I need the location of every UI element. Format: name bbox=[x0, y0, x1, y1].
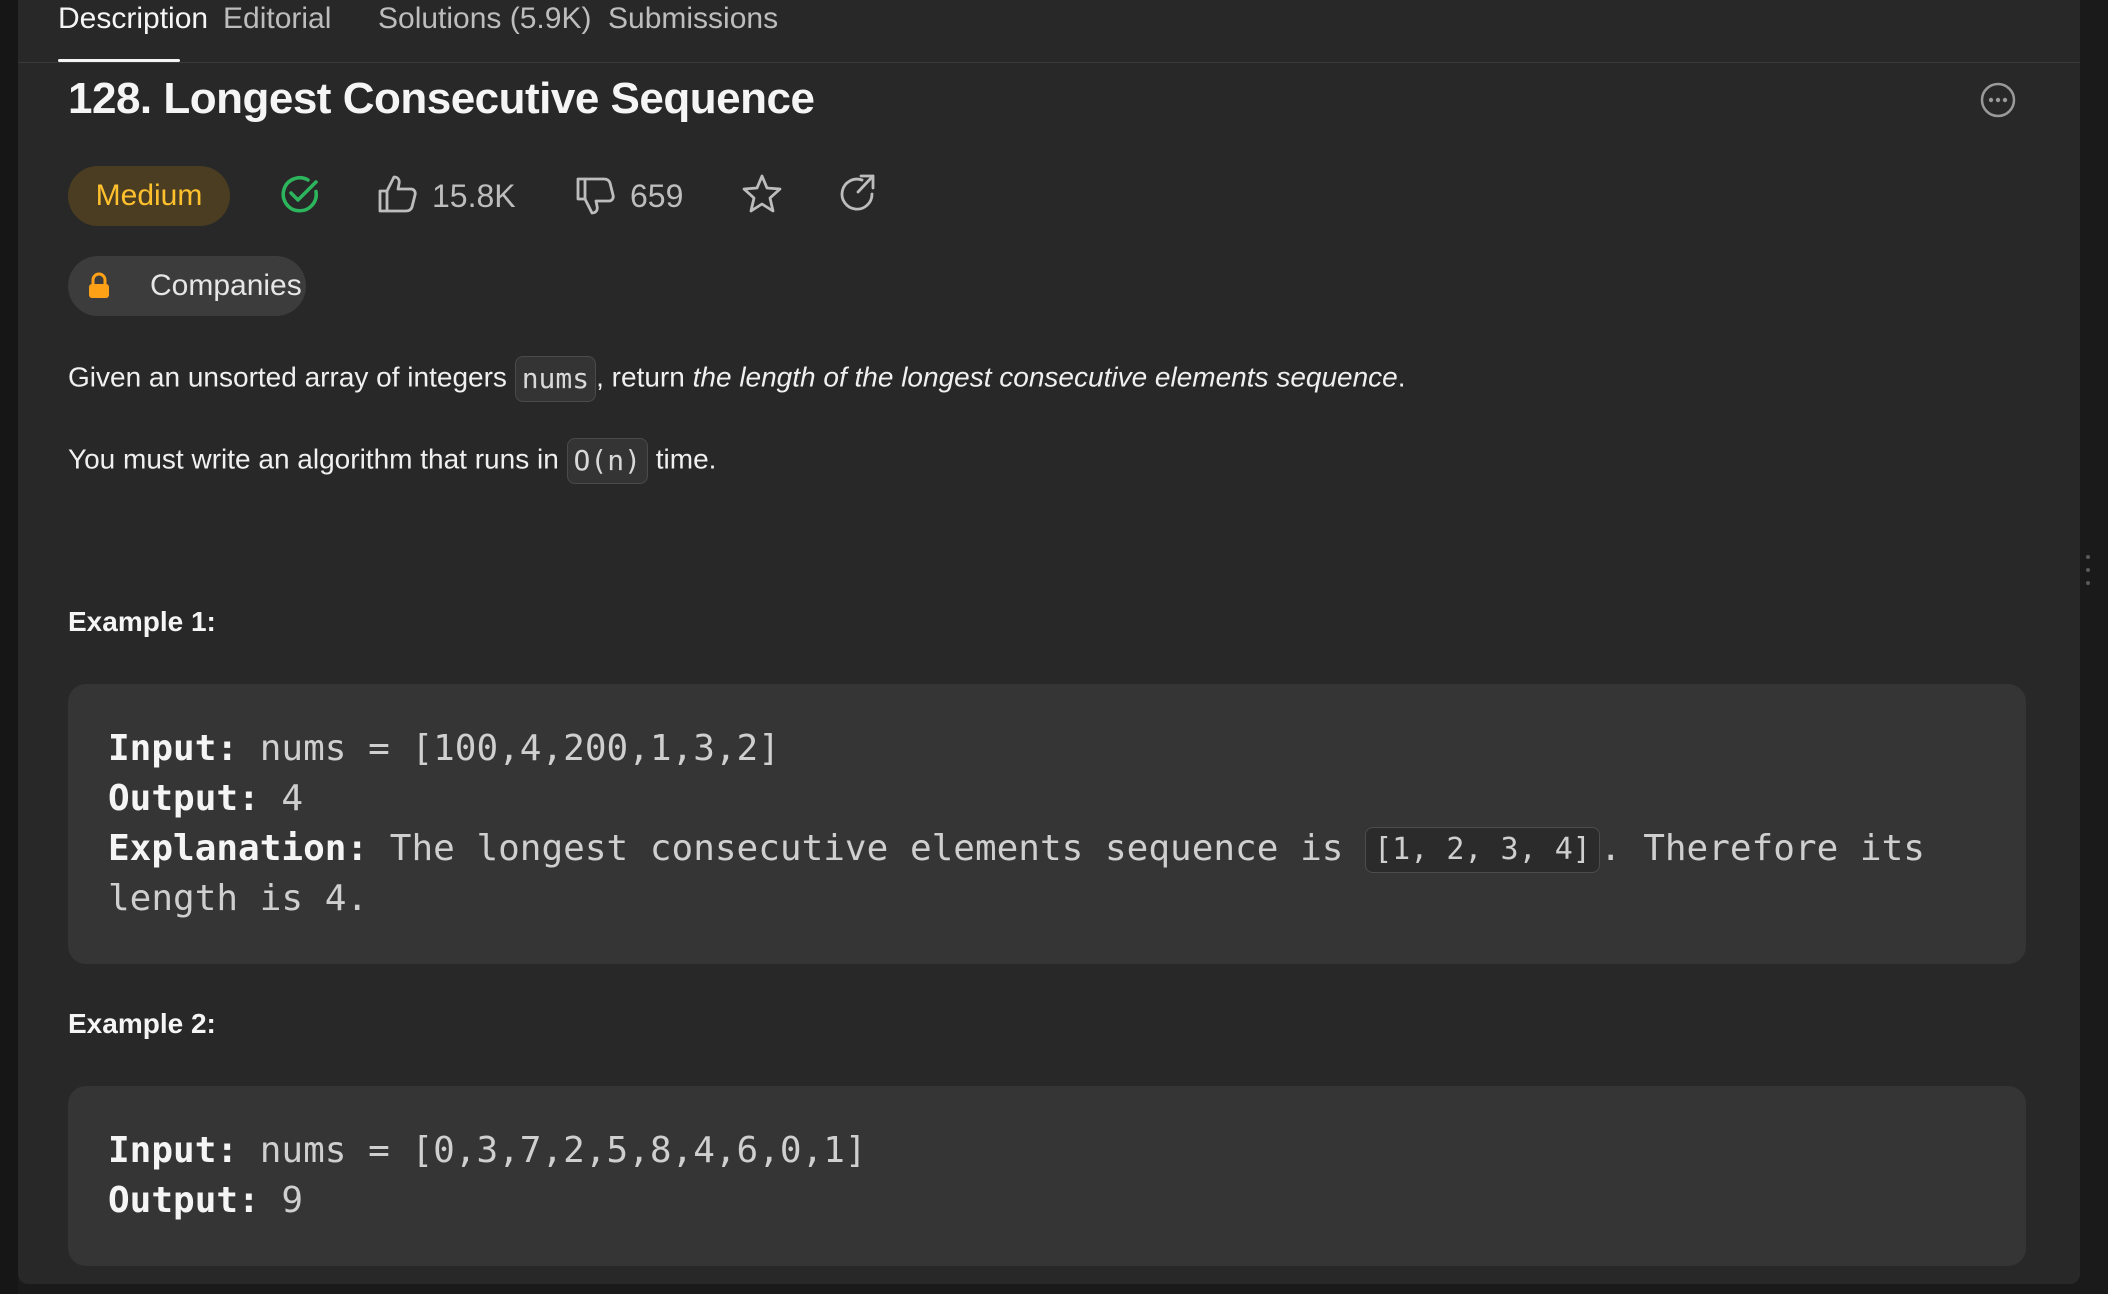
thumbs-down-icon bbox=[576, 177, 615, 215]
lock-icon bbox=[89, 272, 109, 298]
input-label: Input: bbox=[108, 728, 239, 769]
example-1-explanation-cont: length is 4. bbox=[108, 878, 369, 919]
inline-code-nums: nums bbox=[514, 356, 597, 402]
example-1-input: Input: nums = [100,4,200,1,3,2] bbox=[108, 724, 780, 774]
desc-text: time. bbox=[647, 443, 717, 475]
example-2-output: Output: 9 bbox=[108, 1176, 303, 1226]
more-options-button[interactable] bbox=[1980, 82, 2016, 118]
tab-bar: Description Editorial Solutions (5.9K) S… bbox=[18, 0, 2080, 63]
description-paragraph-2: You must write an algorithm that runs in… bbox=[68, 438, 716, 484]
output-label: Output: bbox=[108, 778, 260, 819]
solved-indicator bbox=[278, 172, 322, 216]
favorite-button[interactable] bbox=[740, 172, 784, 216]
output-value: 4 bbox=[259, 778, 304, 819]
dislike-button[interactable] bbox=[574, 174, 618, 218]
tab-editorial[interactable]: Editorial bbox=[223, 0, 331, 62]
desc-text: You must write an algorithm that runs in bbox=[68, 443, 567, 475]
share-icon bbox=[840, 174, 875, 211]
example-1-output: Output: 4 bbox=[108, 774, 303, 824]
tab-description-label: Description bbox=[58, 2, 209, 35]
problem-title: 128. Longest Consecutive Sequence bbox=[68, 74, 815, 123]
explanation-text: . Therefore its bbox=[1599, 828, 1925, 869]
tab-submissions-label: Submissions bbox=[608, 2, 779, 35]
companies-label: Companies bbox=[150, 269, 302, 302]
example-1-block: Input: nums = [100,4,200,1,3,2] Output: … bbox=[68, 684, 2026, 964]
like-button[interactable] bbox=[376, 172, 420, 216]
tab-description[interactable]: Description bbox=[58, 0, 208, 62]
explanation-label: Explanation: bbox=[108, 828, 369, 869]
desc-text: . bbox=[1397, 361, 1406, 393]
left-edge bbox=[0, 0, 18, 1294]
thumbs-up-icon bbox=[378, 175, 417, 213]
input-value: nums = [100,4,200,1,3,2] bbox=[238, 728, 780, 769]
input-value: nums = [0,3,7,2,5,8,4,6,0,1] bbox=[238, 1130, 867, 1171]
tab-solutions[interactable]: Solutions (5.9K) bbox=[378, 0, 591, 62]
description-panel: Description Editorial Solutions (5.9K) S… bbox=[18, 0, 2080, 1284]
companies-tag[interactable]: Companies bbox=[68, 256, 306, 316]
tab-editorial-label: Editorial bbox=[223, 2, 332, 35]
likes-count: 15.8K bbox=[432, 178, 516, 214]
more-options-icon bbox=[1980, 82, 2016, 118]
difficulty-badge: Medium bbox=[68, 166, 230, 226]
share-button[interactable] bbox=[836, 172, 880, 216]
panel-gutter bbox=[2080, 0, 2108, 1294]
tab-submissions[interactable]: Submissions bbox=[608, 0, 778, 62]
explanation-code: [1, 2, 3, 4] bbox=[1365, 827, 1600, 873]
tab-solutions-label: Solutions (5.9K) bbox=[378, 2, 592, 35]
check-circle-icon bbox=[281, 176, 318, 213]
example-2-heading: Example 2: bbox=[68, 1008, 216, 1039]
active-tab-indicator bbox=[58, 59, 180, 62]
example-2-input: Input: nums = [0,3,7,2,5,8,4,6,0,1] bbox=[108, 1126, 867, 1176]
input-label: Input: bbox=[108, 1130, 239, 1171]
dislikes-count: 659 bbox=[630, 178, 684, 214]
resize-handle[interactable] bbox=[2085, 555, 2091, 585]
example-1-explanation: Explanation: The longest consecutive ele… bbox=[108, 824, 1925, 874]
desc-text: , return bbox=[596, 361, 693, 393]
output-value: 9 bbox=[259, 1180, 304, 1221]
output-label: Output: bbox=[108, 1180, 260, 1221]
example-2-block: Input: nums = [0,3,7,2,5,8,4,6,0,1] Outp… bbox=[68, 1086, 2026, 1266]
example-1-heading: Example 1: bbox=[68, 606, 216, 637]
star-icon bbox=[742, 174, 782, 213]
description-paragraph-1: Given an unsorted array of integers nums… bbox=[68, 356, 1406, 402]
desc-text: Given an unsorted array of integers bbox=[68, 361, 515, 393]
desc-emphasis: the length of the longest consecutive el… bbox=[692, 361, 1398, 393]
inline-code-complexity: O(n) bbox=[566, 438, 648, 484]
explanation-text: The longest consecutive elements sequenc… bbox=[368, 828, 1366, 869]
